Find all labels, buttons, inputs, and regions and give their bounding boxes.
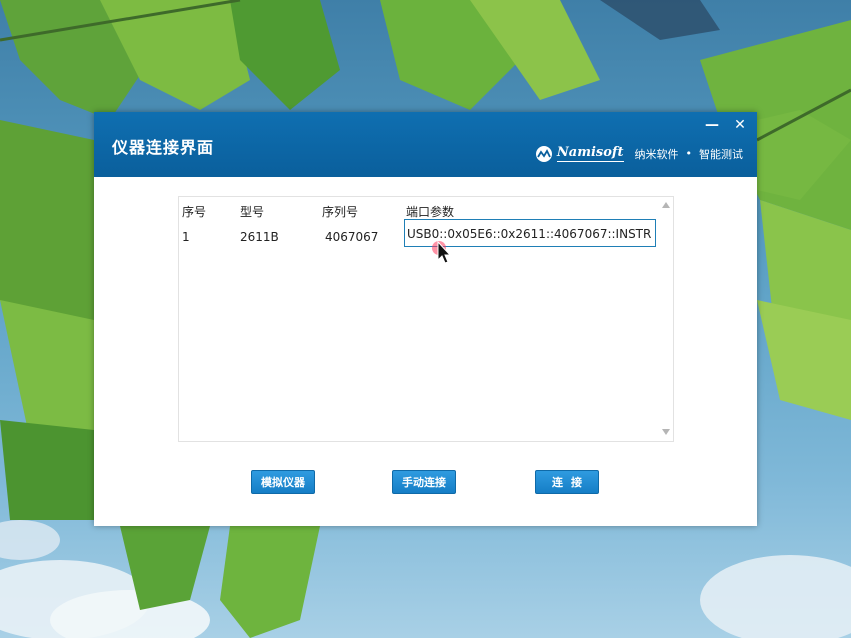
- namisoft-logo-icon: [535, 145, 552, 162]
- manual-connect-button[interactable]: 手动连接: [392, 470, 456, 494]
- brand-tagline-left: 纳米软件: [634, 147, 679, 161]
- connect-button[interactable]: 连接: [535, 470, 599, 494]
- brand-tagline-right: 智能测试: [699, 147, 743, 161]
- header-model: 型号: [240, 205, 265, 219]
- brand-separator: •: [685, 147, 693, 160]
- vertical-scrollbar[interactable]: [659, 197, 673, 441]
- titlebar[interactable]: 仪器连接界面 — ✕ Namisoft 纳米软件 • 智能测试: [94, 112, 757, 177]
- window-title: 仪器连接界面: [112, 138, 215, 157]
- brand-name: Namisoft: [556, 145, 624, 162]
- row-serial: 4067067: [325, 230, 379, 244]
- minimize-button[interactable]: —: [703, 116, 721, 134]
- scroll-up-icon[interactable]: [662, 202, 670, 208]
- instrument-table: 序号 型号 序列号 端口参数 1 2611B 4067067 USB0::0x0…: [178, 196, 674, 442]
- header-index: 序号: [182, 205, 207, 219]
- header-serial: 序列号: [322, 205, 359, 219]
- header-port: 端口参数: [406, 205, 455, 219]
- row-model: 2611B: [240, 230, 279, 244]
- simulate-instrument-button[interactable]: 模拟仪器: [251, 470, 315, 494]
- scroll-down-icon[interactable]: [662, 429, 670, 435]
- table-row[interactable]: 1 2611B 4067067 USB0::0x05E6::0x2611::40…: [179, 219, 659, 253]
- row-index: 1: [182, 230, 190, 244]
- mouse-pointer-icon: [432, 240, 452, 264]
- brand: Namisoft 纳米软件 • 智能测试: [535, 145, 743, 162]
- close-button[interactable]: ✕: [731, 116, 749, 134]
- window-controls: — ✕: [703, 116, 749, 134]
- desktop: 仪器连接界面 — ✕ Namisoft 纳米软件 • 智能测试 序号 型号 序列…: [0, 0, 851, 638]
- instrument-connect-window: 仪器连接界面 — ✕ Namisoft 纳米软件 • 智能测试 序号 型号 序列…: [94, 112, 757, 526]
